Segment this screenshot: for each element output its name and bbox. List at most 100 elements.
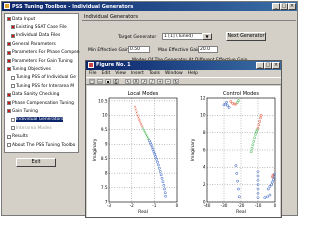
checked-checkbox-icon[interactable] bbox=[7, 50, 11, 55]
arrow-icon[interactable]: ↗ bbox=[141, 79, 147, 84]
print-icon[interactable]: ⎙ bbox=[113, 79, 119, 84]
checklist-item-label: Interarea Modes bbox=[16, 125, 52, 131]
checklist-item[interactable]: Interarea Modes bbox=[11, 125, 78, 131]
menu-tools[interactable]: Tools bbox=[149, 71, 160, 76]
zoom-out-icon[interactable]: − bbox=[165, 79, 171, 84]
x-tick-label: -10 bbox=[255, 203, 262, 208]
text-icon[interactable]: A bbox=[133, 79, 139, 84]
figure-titlebar[interactable]: Figure No. 1 _ □ × bbox=[86, 61, 281, 70]
checklist-item[interactable]: Data Sanity Checking bbox=[7, 92, 78, 98]
menu-edit[interactable]: Edit bbox=[102, 71, 111, 76]
checklist-item-label: Data Sanity Checking bbox=[12, 92, 60, 98]
unchecked-checkbox-icon[interactable] bbox=[7, 134, 11, 139]
checked-checkbox-icon[interactable] bbox=[7, 17, 11, 21]
checklist-item[interactable]: Gain Tuning bbox=[7, 108, 78, 114]
chevron-down-icon[interactable]: ▼ bbox=[202, 33, 212, 40]
close-icon[interactable]: × bbox=[288, 3, 296, 10]
y-tick-label: 9.5 bbox=[101, 127, 108, 132]
checklist-item-label: Results bbox=[12, 134, 28, 140]
x-tick-label: -1 bbox=[152, 203, 157, 208]
figure-maximize-icon[interactable]: □ bbox=[264, 62, 272, 69]
x-tick-label: -2 bbox=[130, 203, 135, 208]
unchecked-checkbox-icon[interactable] bbox=[11, 84, 15, 89]
line-icon[interactable]: / bbox=[149, 79, 155, 84]
checklist-item[interactable]: Tuning PSS of Individual Ge bbox=[11, 75, 78, 81]
unchecked-checkbox-icon[interactable] bbox=[11, 75, 15, 80]
minimize-icon[interactable]: _ bbox=[272, 3, 280, 10]
menu-window[interactable]: Window bbox=[165, 71, 183, 76]
exit-button[interactable]: Exit bbox=[16, 158, 56, 167]
checklist-item[interactable]: Tuning Objectives bbox=[7, 66, 78, 72]
checked-checkbox-icon[interactable] bbox=[7, 59, 11, 63]
checked-checkbox-icon[interactable] bbox=[7, 109, 11, 114]
figure-canvas: -3 -2 -1 0 7 7.5 8 8.5 9 9.5 10 10.5 Local Modes Real… bbox=[87, 86, 280, 217]
y-tick-label: 10.5 bbox=[98, 98, 108, 103]
max-gain-input[interactable]: 20.0 bbox=[198, 46, 218, 53]
max-gain-label: Max Effective Gain bbox=[158, 48, 201, 53]
checked-checkbox-icon[interactable] bbox=[11, 33, 15, 38]
checklist-item[interactable]: General Parameters bbox=[7, 41, 78, 47]
y-tick-label: 6 bbox=[203, 147, 206, 152]
figure-title: Figure No. 1 bbox=[96, 62, 131, 68]
menu-help[interactable]: Help bbox=[188, 71, 198, 76]
checklist-item[interactable]: Parameters For Gain Tuning bbox=[7, 58, 78, 64]
checklist-item-label: Existing SSAT Case File bbox=[16, 24, 67, 30]
figure-minimize-icon[interactable]: _ bbox=[256, 62, 264, 69]
unchecked-checkbox-icon[interactable] bbox=[7, 143, 11, 147]
x-tick-label: -20 bbox=[238, 203, 245, 208]
checked-checkbox-icon[interactable] bbox=[7, 101, 11, 105]
new-icon[interactable]: □ bbox=[89, 79, 95, 84]
checklist-item[interactable]: Parameters For Phase Compen bbox=[7, 50, 80, 56]
y-tick-label: 12 bbox=[200, 95, 206, 100]
checklist-item-label: Tuning PSS for Interarea M bbox=[16, 83, 75, 89]
y-tick-label: 8 bbox=[203, 130, 206, 135]
checked-checkbox-icon[interactable] bbox=[7, 67, 11, 72]
save-icon[interactable]: ▪ bbox=[105, 79, 111, 84]
checked-checkbox-icon[interactable] bbox=[11, 25, 15, 30]
checklist-item-label: Parameters For Phase Compen bbox=[12, 50, 80, 56]
y-tick-label: 0 bbox=[203, 199, 206, 204]
checklist-item[interactable]: Individual Data Files bbox=[11, 33, 78, 39]
rotate-icon[interactable]: ↻ bbox=[173, 79, 179, 84]
checklist-item[interactable]: Tuning PSS for Interarea M bbox=[11, 83, 78, 89]
y-tick-label: 2 bbox=[203, 182, 206, 187]
y-tick-label: 10 bbox=[200, 113, 206, 118]
unchecked-checkbox-icon[interactable] bbox=[11, 126, 15, 131]
checklist-item[interactable]: Data Input bbox=[7, 16, 78, 22]
checklist-item-label: General Parameters bbox=[12, 41, 56, 47]
checklist-item-label: Tuning Objectives bbox=[12, 66, 51, 72]
checklist-item-label: Individual Data Files bbox=[16, 33, 61, 39]
next-generator-button[interactable]: Next Generator bbox=[226, 32, 266, 41]
menu-file[interactable]: File bbox=[89, 71, 97, 76]
x-tick-label: 0 bbox=[274, 203, 277, 208]
checklist-item[interactable]: Results bbox=[7, 134, 78, 140]
checklist-item-label: About The PSS Tuning Toolbo bbox=[12, 142, 76, 148]
min-gain-input[interactable]: 0.50 bbox=[128, 46, 150, 53]
pointer-icon[interactable]: ↖ bbox=[125, 79, 131, 84]
unchecked-checkbox-icon[interactable] bbox=[11, 117, 15, 122]
y-tick-label: 10 bbox=[102, 113, 108, 118]
y-tick-label: 8 bbox=[105, 171, 108, 176]
checklist-item[interactable]: Phase Compensation Tuning bbox=[7, 100, 78, 106]
checklist-item[interactable]: Existing SSAT Case File bbox=[11, 24, 78, 30]
target-generator-value: 1 [1] (Tuned) bbox=[164, 34, 194, 39]
menu-view[interactable]: View bbox=[115, 71, 126, 76]
figure-close-icon[interactable]: × bbox=[272, 62, 280, 69]
checklist-item[interactable]: Individual Generators bbox=[11, 117, 78, 123]
checked-checkbox-icon[interactable] bbox=[7, 42, 11, 47]
plot-area bbox=[108, 97, 178, 203]
y-tick-label: 9 bbox=[105, 142, 108, 147]
y-tick-label: 7 bbox=[105, 199, 108, 204]
plot-title: Local Modes bbox=[128, 91, 159, 97]
checklist-item[interactable]: About The PSS Tuning Toolbo bbox=[7, 142, 78, 148]
y-tick-label: 7.5 bbox=[101, 185, 108, 190]
figure-app-icon bbox=[88, 62, 94, 68]
maximize-icon[interactable]: □ bbox=[280, 3, 288, 10]
figure-plots: -3 -2 -1 077.588.599.51010.5Local ModesReal… bbox=[92, 91, 277, 215]
main-titlebar[interactable]: PSS Tuning Toolbox - Individual Generato… bbox=[2, 2, 297, 11]
open-icon[interactable]: ▭ bbox=[97, 79, 103, 84]
checked-checkbox-icon[interactable] bbox=[7, 92, 11, 97]
menu-insert[interactable]: Insert bbox=[131, 71, 144, 76]
zoom-in-icon[interactable]: + bbox=[157, 79, 163, 84]
y-tick-label: 8.5 bbox=[101, 156, 108, 161]
